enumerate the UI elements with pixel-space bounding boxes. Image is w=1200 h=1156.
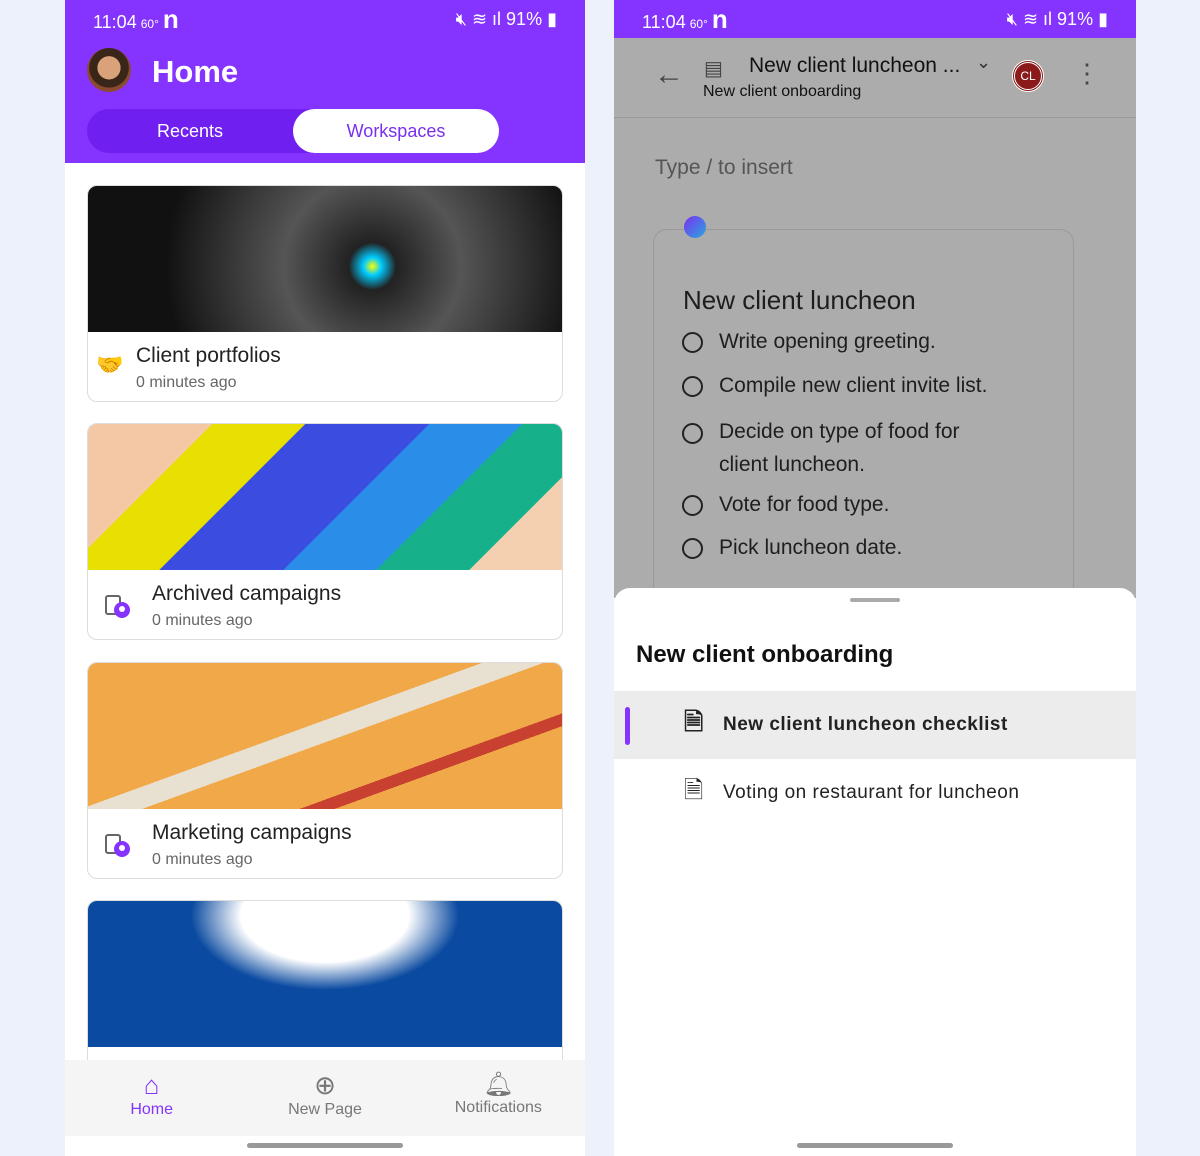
temperature: 60° [689,16,708,31]
page-title[interactable]: New client luncheon ... [749,54,960,78]
checkbox[interactable] [682,332,703,353]
card-title: Client portfolios [136,344,281,367]
loop-workspace-icon [105,595,130,618]
nav-notifications[interactable]: 🔔︎ Notifications [412,1060,585,1136]
page-toolbar: ← ▤ New client luncheon ... ⌄ New client… [614,38,1136,118]
app-notification-icon: n [162,3,179,34]
nav-label: New Page [288,1101,362,1118]
item-label: New client luncheon checklist [723,714,1008,735]
checklist-text: Pick luncheon date. [719,536,903,559]
app-notification-icon: n [711,3,728,34]
card-title: Archived campaigns [152,582,342,605]
bell-icon: 🔔︎ [483,1071,514,1098]
nav-home[interactable]: ⌂ Home [65,1060,238,1136]
handshake-icon: 🤝 [96,352,124,377]
sheet-drag-handle[interactable] [850,598,900,602]
selected-indicator [625,707,630,745]
page-title: Home [152,54,239,89]
collaborator-avatar[interactable]: CL [1012,60,1044,92]
clock: 11:04 [642,11,686,32]
home-screen: 11:04 60° n 🔇︎ ≋ ıl 91% ▮ Home Recents Wor… [65,0,585,1156]
temperature: 60° [140,16,159,31]
checklist-item[interactable]: Write opening greeting. [682,330,936,354]
tab-recents[interactable]: Recents [87,109,293,153]
checklist-item[interactable]: Vote for food type. [682,493,889,517]
back-arrow-icon[interactable]: ← [654,58,684,92]
card-image-pencils [88,186,562,332]
document-icon: 🗎 [684,776,704,804]
item-label: Voting on restaurant for luncheon [723,782,1020,803]
plus-circle-icon: ⊕ [314,1070,336,1100]
loop-workspace-icon [105,834,130,857]
more-options-icon[interactable]: ⋮ [1074,58,1100,89]
nav-label: Home [130,1101,173,1118]
checklist-item[interactable]: Compile new client invite list. [682,374,987,398]
checklist-item[interactable]: Pick luncheon date. [682,536,902,560]
header: Home Recents Workspaces [65,38,585,163]
document-icon: ▤ [704,58,723,80]
sheet-item[interactable]: 🗎 Voting on restaurant for luncheon [614,759,1136,827]
page-screen: 11:04 60° n 🔇︎ ≋ ıl 91% ▮ ← ▤ New client l… [614,0,1136,1156]
workspace-card[interactable]: Archived campaigns 0 minutes ago [87,423,563,640]
document-icon: 🗎 [684,708,704,736]
sheet-title: New client onboarding [636,641,894,668]
signal-icons: 🔇︎ ≋ ıl [1006,8,1058,29]
checkbox[interactable] [682,495,703,516]
workspace-card[interactable]: Marketing campaigns 0 minutes ago [87,662,563,879]
avatar[interactable] [87,48,131,92]
insert-placeholder[interactable]: Type / to insert [655,156,793,180]
segmented-tabs: Recents Workspaces [87,109,499,153]
page-content: Type / to insert New client luncheon Wri… [614,118,1136,629]
card-subtitle: 0 minutes ago [152,612,253,629]
card-image-tools [88,663,562,809]
checkbox[interactable] [682,376,703,397]
card-image-shapes [88,424,562,570]
checklist-text: Write opening greeting. [719,330,936,353]
checklist-text: Compile new client invite list. [719,374,988,397]
bottom-sheet: New client onboarding 🗎 New client lunch… [614,588,1136,1136]
status-bar: 11:04 60° n 🔇︎ ≋ ıl 91% ▮ [65,0,585,38]
workspace-card[interactable]: 🤝 Client portfolios 0 minutes ago [87,185,563,402]
sheet-item-selected[interactable]: 🗎 New client luncheon checklist [614,691,1136,759]
card-image-cloud [88,901,562,1047]
battery-icon: ▮ [547,8,557,29]
clock: 11:04 [93,11,137,32]
workspace-name[interactable]: New client onboarding [703,83,861,101]
battery-icon: ▮ [1098,8,1108,29]
signal-icons: 🔇︎ ≋ ıl [455,8,507,29]
home-icon: ⌂ [143,1070,160,1100]
nav-label: Notifications [454,1099,542,1116]
card-subtitle: 0 minutes ago [152,851,253,868]
checklist-text: Vote for food type. [719,493,890,516]
checkbox[interactable] [682,423,703,444]
card-title: Marketing campaigns [152,821,352,844]
battery-level: 91% [1057,8,1094,29]
bottom-nav: ⌂ Home ⊕ New Page 🔔︎ Notifications [65,1060,585,1136]
gesture-handle[interactable] [797,1143,953,1148]
checkbox[interactable] [682,538,703,559]
card-subtitle: 0 minutes ago [136,374,237,391]
chevron-down-icon[interactable]: ⌄ [976,52,991,73]
loop-logo-icon [684,216,706,238]
nav-new-page[interactable]: ⊕ New Page [238,1060,411,1136]
checklist-text: Decide on type of food for client lunche… [719,420,960,476]
battery-level: 91% [506,8,543,29]
component-title: New client luncheon [683,285,916,315]
checklist-item[interactable]: Decide on type of food for client lunche… [682,417,1002,481]
tab-workspaces[interactable]: Workspaces [293,109,499,153]
gesture-handle[interactable] [247,1143,403,1148]
status-bar: 11:04 60° n 🔇︎ ≋ ıl 91% ▮ [614,0,1136,38]
